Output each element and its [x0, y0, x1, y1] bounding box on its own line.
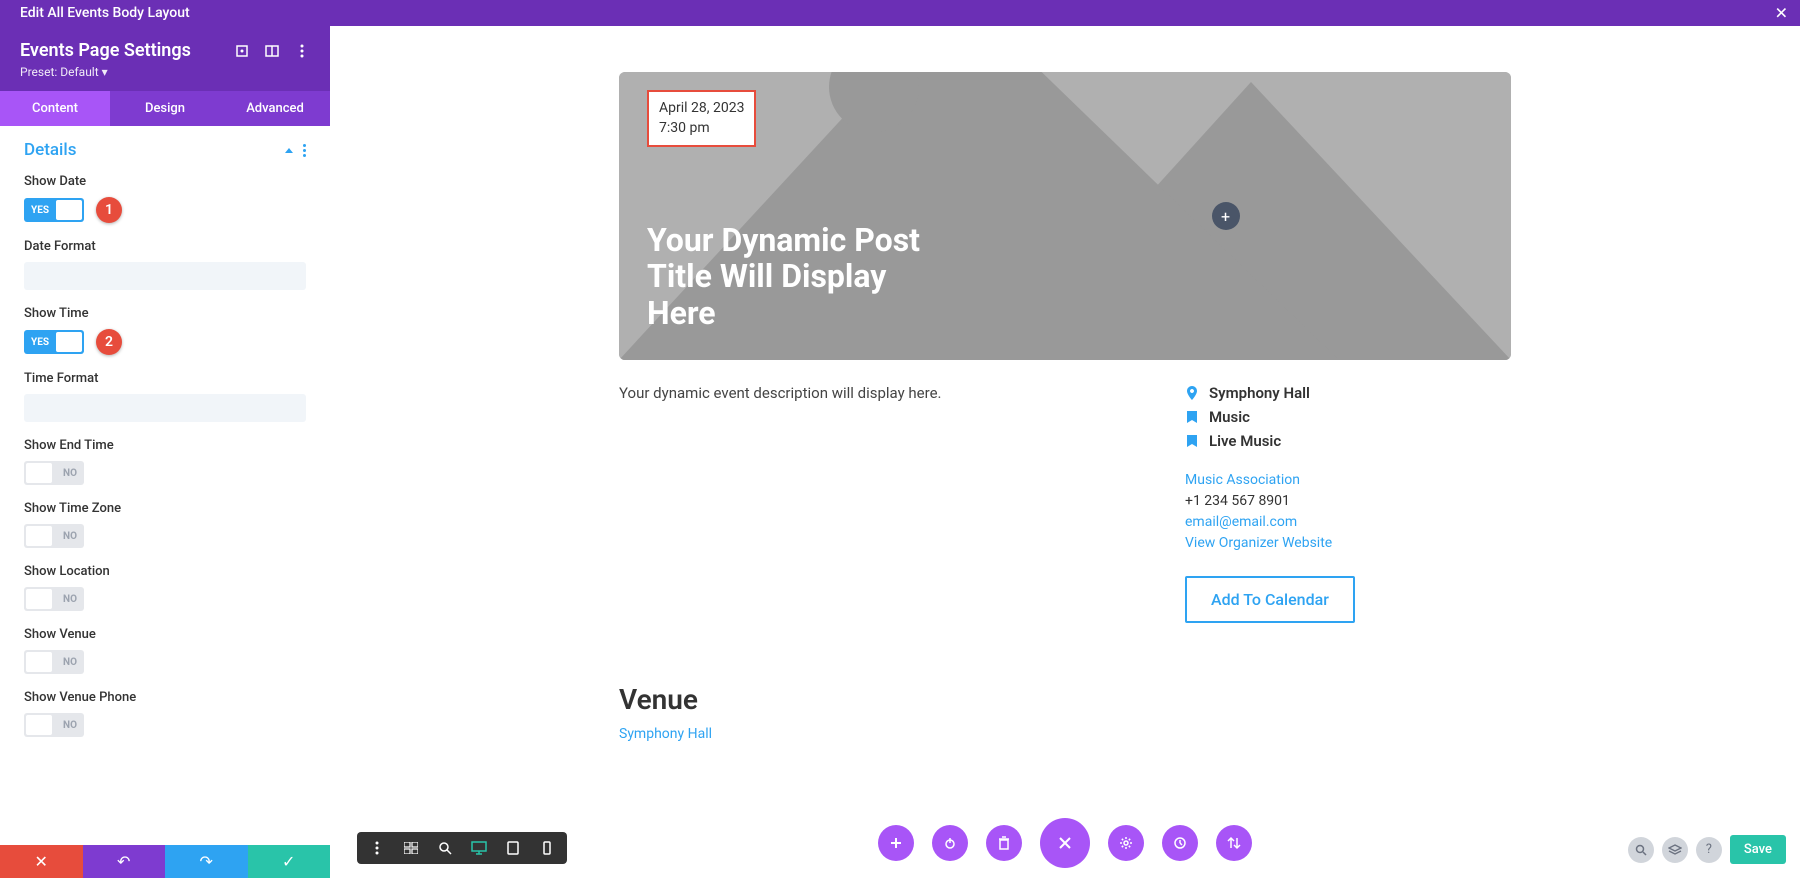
drag-handle-icon[interactable]	[367, 838, 387, 858]
meta-location: Symphony Hall	[1209, 384, 1310, 402]
bookmark-icon	[1185, 411, 1199, 423]
device-toolbar	[357, 832, 567, 864]
columns-icon[interactable]	[264, 43, 280, 59]
top-bar: Edit All Events Body Layout ✕	[0, 0, 1800, 26]
top-bar-title: Edit All Events Body Layout	[20, 5, 190, 21]
field-label-time-format: Time Format	[24, 371, 306, 386]
venue-heading: Venue	[619, 683, 1511, 716]
toggle-show-date[interactable]: YES	[24, 198, 84, 222]
badge-1: 1	[96, 197, 122, 223]
sidebar-header: Events Page Settings Preset: Default ▾	[0, 26, 330, 91]
field-label-show-time: Show Time	[24, 306, 306, 321]
tab-design[interactable]: Design	[110, 91, 220, 126]
section-details[interactable]: Details	[0, 126, 330, 174]
organizer-email-link[interactable]: email@email.com	[1185, 512, 1511, 533]
field-label-show-end-time: Show End Time	[24, 438, 306, 453]
badge-2: 2	[96, 329, 122, 355]
save-button[interactable]: Save	[1730, 835, 1786, 864]
chevron-up-icon	[285, 148, 293, 153]
add-element-button[interactable]: +	[1212, 202, 1240, 230]
tab-content[interactable]: Content	[0, 91, 110, 126]
search-circle-button[interactable]	[1628, 837, 1654, 863]
add-button[interactable]	[878, 825, 914, 861]
add-to-calendar-button[interactable]: Add To Calendar	[1185, 576, 1355, 623]
undo-button[interactable]: ↶	[83, 845, 166, 878]
sidebar-tabs: Content Design Advanced	[0, 91, 330, 126]
bookmark-icon	[1185, 435, 1199, 447]
action-buttons	[878, 818, 1252, 868]
confirm-button[interactable]: ✓	[248, 845, 331, 878]
field-label-date-format: Date Format	[24, 239, 306, 254]
toggle-show-time-zone[interactable]: NO	[24, 524, 84, 548]
field-label-show-venue-phone: Show Venue Phone	[24, 690, 306, 705]
field-label-show-venue: Show Venue	[24, 627, 306, 642]
input-date-format[interactable]	[24, 262, 306, 290]
toggle-show-time[interactable]: YES	[24, 330, 84, 354]
settings-sidebar: Events Page Settings Preset: Default ▾ C…	[0, 26, 330, 878]
mobile-icon[interactable]	[537, 838, 557, 858]
event-time: 7:30 pm	[659, 119, 744, 139]
power-button[interactable]	[932, 825, 968, 861]
expand-icon[interactable]	[234, 43, 250, 59]
tab-advanced[interactable]: Advanced	[220, 91, 330, 126]
field-label-show-date: Show Date	[24, 174, 306, 189]
zoom-icon[interactable]	[435, 838, 455, 858]
preset-label[interactable]: Preset: Default ▾	[20, 65, 310, 79]
close-panel-button[interactable]	[1040, 818, 1090, 868]
toggle-show-venue-phone[interactable]: NO	[24, 713, 84, 737]
organizer-name-link[interactable]: Music Association	[1185, 470, 1511, 491]
help-circle-button[interactable]: ?	[1696, 837, 1722, 863]
date-time-box: April 28, 2023 7:30 pm	[647, 90, 756, 147]
event-description: Your dynamic event description will disp…	[619, 384, 1165, 623]
hero-image: April 28, 2023 7:30 pm Your Dynamic Post…	[619, 72, 1511, 360]
wireframe-icon[interactable]	[401, 838, 421, 858]
more-icon[interactable]	[294, 43, 310, 59]
field-label-show-time-zone: Show Time Zone	[24, 501, 306, 516]
sidebar-title: Events Page Settings	[20, 40, 191, 61]
bottom-right-controls: ? Save	[1628, 835, 1786, 864]
field-label-show-location: Show Location	[24, 564, 306, 579]
toggle-show-location[interactable]: NO	[24, 587, 84, 611]
post-title: Your Dynamic Post Title Will Display Her…	[647, 222, 947, 332]
organizer-phone: +1 234 567 8901	[1185, 491, 1511, 512]
toggle-show-end-time[interactable]: NO	[24, 461, 84, 485]
section-title: Details	[24, 140, 76, 160]
cancel-button[interactable]: ✕	[0, 845, 83, 878]
trash-button[interactable]	[986, 825, 1022, 861]
section-more-icon[interactable]	[303, 144, 306, 157]
venue-name-link[interactable]: Symphony Hall	[619, 726, 1511, 742]
meta-category2: Live Music	[1209, 432, 1281, 450]
tablet-icon[interactable]	[503, 838, 523, 858]
preview-area: April 28, 2023 7:30 pm Your Dynamic Post…	[330, 26, 1800, 878]
history-button[interactable]	[1162, 825, 1198, 861]
sidebar-footer: ✕ ↶ ↷ ✓	[0, 845, 330, 878]
close-icon[interactable]: ✕	[1775, 4, 1788, 23]
redo-button[interactable]: ↷	[165, 845, 248, 878]
meta-category1: Music	[1209, 408, 1250, 426]
layers-circle-button[interactable]	[1662, 837, 1688, 863]
organizer-website-link[interactable]: View Organizer Website	[1185, 533, 1511, 554]
sort-button[interactable]	[1216, 825, 1252, 861]
settings-button[interactable]	[1108, 825, 1144, 861]
location-pin-icon	[1185, 386, 1199, 400]
event-date: April 28, 2023	[659, 99, 744, 119]
input-time-format[interactable]	[24, 394, 306, 422]
toggle-show-venue[interactable]: NO	[24, 650, 84, 674]
desktop-icon[interactable]	[469, 838, 489, 858]
